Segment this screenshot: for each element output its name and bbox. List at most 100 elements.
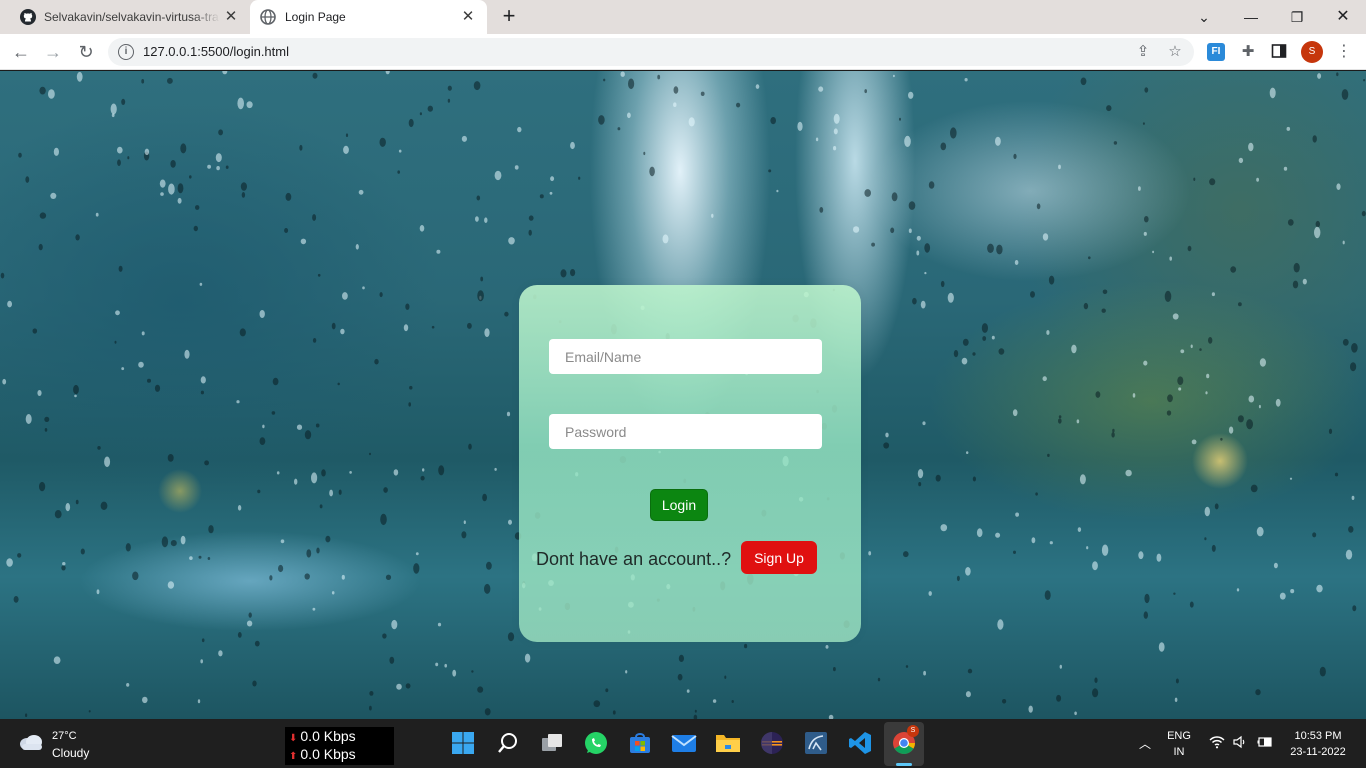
raindrop xyxy=(731,700,734,703)
raindrop xyxy=(276,471,280,475)
forward-icon[interactable]: → xyxy=(41,40,65,64)
email-input[interactable] xyxy=(549,339,822,374)
raindrop xyxy=(1125,469,1132,477)
raindrop xyxy=(1164,290,1172,302)
clock-time[interactable]: 10:53 PM xyxy=(1286,730,1350,742)
down-arrow-icon: ⬇ xyxy=(289,733,298,744)
network-speed-meter: ⬇ 0.0 Kbps ⬆ 0.0 Kbps xyxy=(285,727,394,765)
share-icon[interactable]: ⇪ xyxy=(1134,43,1152,61)
extension-fi-icon[interactable]: FI xyxy=(1207,43,1225,61)
password-input[interactable] xyxy=(549,414,822,449)
signup-button[interactable]: Sign Up xyxy=(741,541,817,574)
close-tab-icon[interactable]: ✕ xyxy=(459,8,477,26)
profile-avatar[interactable]: S xyxy=(1301,41,1323,63)
raindrop xyxy=(246,620,253,627)
raindrop xyxy=(1230,266,1237,273)
raindrop xyxy=(1255,689,1261,696)
raindrop xyxy=(484,328,490,337)
close-window-icon[interactable]: ✕ xyxy=(1320,4,1366,30)
raindrop xyxy=(916,235,921,241)
battery-icon[interactable] xyxy=(1256,735,1274,753)
language-region[interactable]: IN xyxy=(1165,746,1193,758)
login-button[interactable]: Login xyxy=(650,489,708,521)
browser-toolbar: ← → ↻ i 127.0.0.1:5500/login.html ⇪ ☆ FI… xyxy=(0,34,1366,70)
address-bar[interactable]: i 127.0.0.1:5500/login.html ⇪ ☆ xyxy=(108,38,1194,66)
tab-login-page[interactable]: Login Page ✕ xyxy=(250,0,487,34)
raindrop xyxy=(97,446,101,450)
raindrop xyxy=(438,465,445,476)
raindrop xyxy=(833,667,836,672)
raindrop xyxy=(117,146,123,154)
raindrop xyxy=(950,127,957,139)
raindrop xyxy=(316,547,320,554)
raindrop xyxy=(1315,220,1321,228)
minimize-icon[interactable]: — xyxy=(1228,4,1274,30)
raindrop xyxy=(154,384,161,392)
vscode-icon[interactable] xyxy=(846,729,874,757)
raindrop xyxy=(940,280,945,288)
raindrop xyxy=(1209,178,1216,186)
raindrop xyxy=(437,622,442,627)
language-primary[interactable]: ENG xyxy=(1165,730,1193,742)
tab-github[interactable]: Selvakavin/selvakavin-virtusa-tra ✕ xyxy=(0,0,250,34)
raindrop xyxy=(560,269,567,278)
mysql-workbench-icon[interactable] xyxy=(802,729,830,757)
raindrop xyxy=(908,228,912,234)
search-icon[interactable] xyxy=(494,729,522,757)
side-panel-icon[interactable] xyxy=(1270,43,1288,61)
raindrop xyxy=(132,571,139,581)
tab-search-chevron-icon[interactable]: ⌄ xyxy=(1181,4,1227,30)
microsoft-store-icon[interactable] xyxy=(626,729,654,757)
wifi-icon[interactable] xyxy=(1208,735,1226,753)
back-icon[interactable]: ← xyxy=(9,40,33,64)
raindrop xyxy=(922,421,926,426)
menu-kebab-icon[interactable]: ⋮ xyxy=(1335,43,1353,61)
raindrop xyxy=(170,160,176,168)
file-explorer-icon[interactable] xyxy=(714,729,742,757)
close-tab-icon[interactable]: ✕ xyxy=(222,8,240,26)
raindrop xyxy=(1094,677,1098,683)
address-url[interactable]: 127.0.0.1:5500/login.html xyxy=(143,44,289,59)
eclipse-icon[interactable] xyxy=(758,729,786,757)
new-tab-icon[interactable]: + xyxy=(498,5,520,28)
raindrop xyxy=(1030,291,1035,298)
raindrop xyxy=(673,102,677,107)
raindrop xyxy=(1013,550,1016,554)
raindrop xyxy=(259,437,266,445)
site-info-icon[interactable]: i xyxy=(118,44,134,60)
mail-icon[interactable] xyxy=(670,729,698,757)
volume-icon[interactable] xyxy=(1231,735,1249,753)
raindrop xyxy=(115,310,120,316)
raindrop xyxy=(252,680,257,687)
raindrop xyxy=(1328,428,1333,434)
show-hidden-icons-chevron-icon[interactable]: ︿ xyxy=(1136,735,1154,753)
raindrop xyxy=(1319,666,1326,677)
weather-condition[interactable]: Cloudy xyxy=(52,746,89,760)
raindrop xyxy=(1076,419,1080,424)
raindrop xyxy=(121,367,125,371)
page-background: Login Dont have an account..? Sign Up xyxy=(0,71,1366,719)
chrome-icon[interactable]: S xyxy=(890,725,919,757)
raindrop xyxy=(797,121,803,131)
cloud-icon[interactable] xyxy=(18,733,44,751)
raindrop xyxy=(396,683,402,690)
raindrop xyxy=(193,225,198,232)
raindrop xyxy=(1334,472,1339,477)
raindrop xyxy=(539,194,544,199)
start-windows-icon[interactable] xyxy=(449,729,477,757)
restore-icon[interactable]: ❐ xyxy=(1274,4,1320,30)
raindrop xyxy=(17,553,22,558)
extensions-puzzle-icon[interactable]: ✚ xyxy=(1239,43,1257,61)
weather-temperature[interactable]: 27°C xyxy=(52,730,77,742)
bookmark-star-icon[interactable]: ☆ xyxy=(1166,43,1184,61)
raindrop xyxy=(1086,546,1089,550)
clock-date[interactable]: 23-11-2022 xyxy=(1286,746,1350,758)
whatsapp-icon[interactable] xyxy=(582,729,610,757)
raindrop xyxy=(331,322,336,330)
raindrop xyxy=(1144,87,1149,93)
raindrop xyxy=(549,191,553,195)
reload-icon[interactable]: ↻ xyxy=(74,40,98,64)
task-view-icon[interactable] xyxy=(538,729,566,757)
raindrop xyxy=(928,181,935,189)
raindrop xyxy=(1056,694,1062,702)
